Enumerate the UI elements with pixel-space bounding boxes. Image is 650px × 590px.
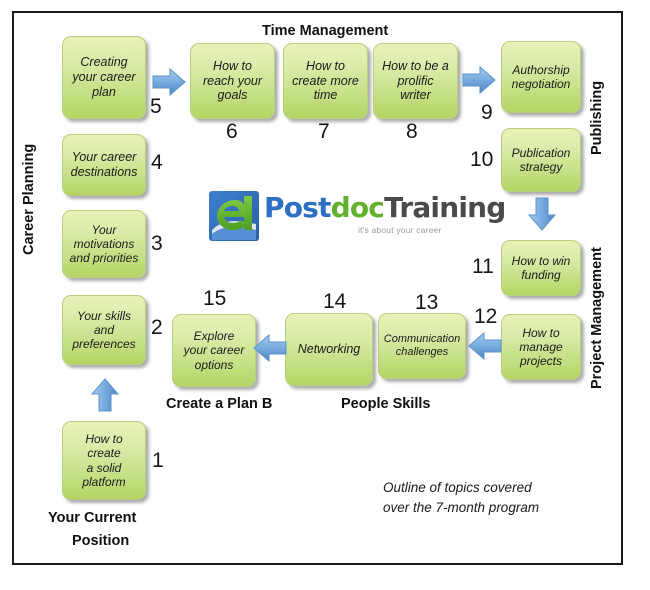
step-9-line-1: Authorship: [512, 62, 570, 77]
logo-mark-icon: [208, 190, 260, 242]
postdoctraining-logo: PostdocTraining it's about your career: [208, 190, 506, 246]
step-number-6: 6: [226, 120, 238, 143]
step-15-line-3: options: [194, 357, 234, 372]
step-number-1: 1: [152, 449, 164, 472]
step-number-5: 5: [150, 95, 162, 118]
arrow-down-icon-10-to-11: [527, 197, 557, 231]
step-6-line-1: How to: [213, 58, 252, 73]
step-box-14[interactable]: Networking: [285, 313, 373, 386]
step-9-line-2: negotiation: [511, 77, 571, 91]
step-number-15: 15: [203, 287, 227, 310]
step-box-15[interactable]: Explore your career options: [172, 314, 256, 387]
step-5-line-1: Creating: [80, 55, 128, 70]
step-number-7: 7: [318, 120, 330, 143]
step-7-line-3: time: [313, 88, 338, 103]
step-11-line-1: How to win: [511, 253, 571, 268]
step-number-14: 14: [323, 290, 347, 313]
step-14-line-1: Networking: [297, 342, 361, 357]
step-3-line-3: and priorities: [69, 251, 139, 266]
step-box-1[interactable]: How to create a solid platform: [62, 421, 146, 500]
step-1-line-2: create: [87, 446, 121, 461]
program-note-line2: over the 7-month program: [383, 500, 540, 515]
caption-time-management: Time Management: [262, 23, 389, 39]
step-3-line-2: motivations: [73, 236, 135, 251]
step-1-line-3: a solid: [86, 460, 122, 475]
caption-create-a-plan-b: Create a Plan B: [166, 396, 273, 412]
step-number-11: 11: [472, 255, 494, 278]
arrow-right-icon-8-to-9: [462, 65, 496, 95]
step-4-line-1: Your career: [71, 150, 137, 165]
step-box-10[interactable]: Publication strategy: [501, 128, 581, 192]
step-box-9[interactable]: Authorship negotiation: [501, 41, 581, 113]
step-6-line-2: reach your: [202, 73, 263, 88]
step-number-3: 3: [151, 232, 163, 255]
step-12-line-2: manage: [519, 339, 563, 354]
step-box-6[interactable]: How to reach your goals: [190, 43, 275, 119]
step-5-line-2: your career: [72, 70, 136, 85]
step-box-5[interactable]: Creating your career plan: [62, 36, 146, 119]
caption-publishing: Publishing: [589, 80, 605, 155]
step-1-line-1: How to: [85, 432, 123, 447]
step-6-line-3: goals: [217, 88, 248, 103]
step-1-line-4: platform: [82, 474, 126, 489]
caption-people-skills: People Skills: [341, 396, 431, 412]
step-5-line-3: plan: [92, 84, 116, 99]
step-3-line-1: Your: [91, 222, 117, 237]
caption-your-current-position-line2: Position: [72, 533, 130, 549]
step-13-line-1: Communication: [383, 333, 461, 346]
step-number-4: 4: [151, 151, 163, 174]
step-15-line-1: Explore: [193, 329, 235, 344]
step-box-11[interactable]: How to win funding: [501, 240, 581, 296]
step-number-8: 8: [406, 120, 418, 143]
step-2-line-1: Your skills: [76, 308, 132, 323]
step-12-line-1: How to: [522, 325, 560, 340]
logo-tagline: it's about your career: [358, 225, 442, 235]
step-number-10: 10: [470, 148, 494, 171]
caption-your-current-position-line1: Your Current: [48, 510, 137, 526]
step-box-7[interactable]: How to create more time: [283, 43, 368, 119]
step-8-line-1: How to be a: [382, 58, 449, 73]
step-box-3[interactable]: Your motivations and priorities: [62, 210, 146, 278]
step-12-line-3: projects: [519, 354, 563, 369]
step-10-line-2: strategy: [519, 160, 563, 174]
logo-word-doc: doc: [330, 191, 385, 224]
arrow-left-icon-12-to-13: [468, 331, 502, 361]
step-box-2[interactable]: Your skills and preferences: [62, 295, 146, 365]
program-note-line1: Outline of topics covered: [383, 480, 532, 495]
step-box-13[interactable]: Communication challenges: [378, 313, 466, 379]
step-7-line-1: How to: [306, 58, 345, 73]
step-box-8[interactable]: How to be a prolific writer: [373, 43, 458, 119]
logo-word-training: Training: [384, 191, 506, 224]
step-box-4[interactable]: Your career destinations: [62, 134, 146, 196]
step-box-12[interactable]: How to manage projects: [501, 314, 581, 380]
step-7-line-2: create more: [292, 73, 359, 88]
step-8-line-2: prolific: [397, 73, 434, 88]
step-number-12: 12: [474, 305, 498, 328]
step-2-line-3: preferences: [72, 337, 136, 352]
step-10-line-1: Publication: [511, 145, 571, 160]
step-number-13: 13: [415, 291, 439, 314]
step-11-line-2: funding: [521, 268, 561, 282]
step-8-line-3: writer: [400, 88, 431, 103]
step-13-line-2: challenges: [395, 346, 449, 358]
step-number-2: 2: [151, 316, 163, 339]
step-2-line-2: and: [93, 322, 115, 337]
step-number-9: 9: [481, 101, 493, 124]
logo-wordmark: PostdocTraining: [264, 194, 506, 222]
arrow-right-icon-5-to-6: [152, 67, 186, 97]
caption-project-management: Project Management: [589, 247, 605, 389]
diagram-canvas: Time Management Career Planning Publishi…: [0, 0, 650, 590]
step-15-line-2: your career: [183, 343, 245, 358]
arrow-left-icon-14-to-15: [253, 333, 287, 363]
arrow-up-icon-1-to-2: [90, 378, 120, 412]
step-4-line-2: destinations: [70, 165, 138, 179]
caption-career-planning: Career Planning: [21, 143, 37, 256]
logo-word-post: Post: [264, 191, 331, 224]
